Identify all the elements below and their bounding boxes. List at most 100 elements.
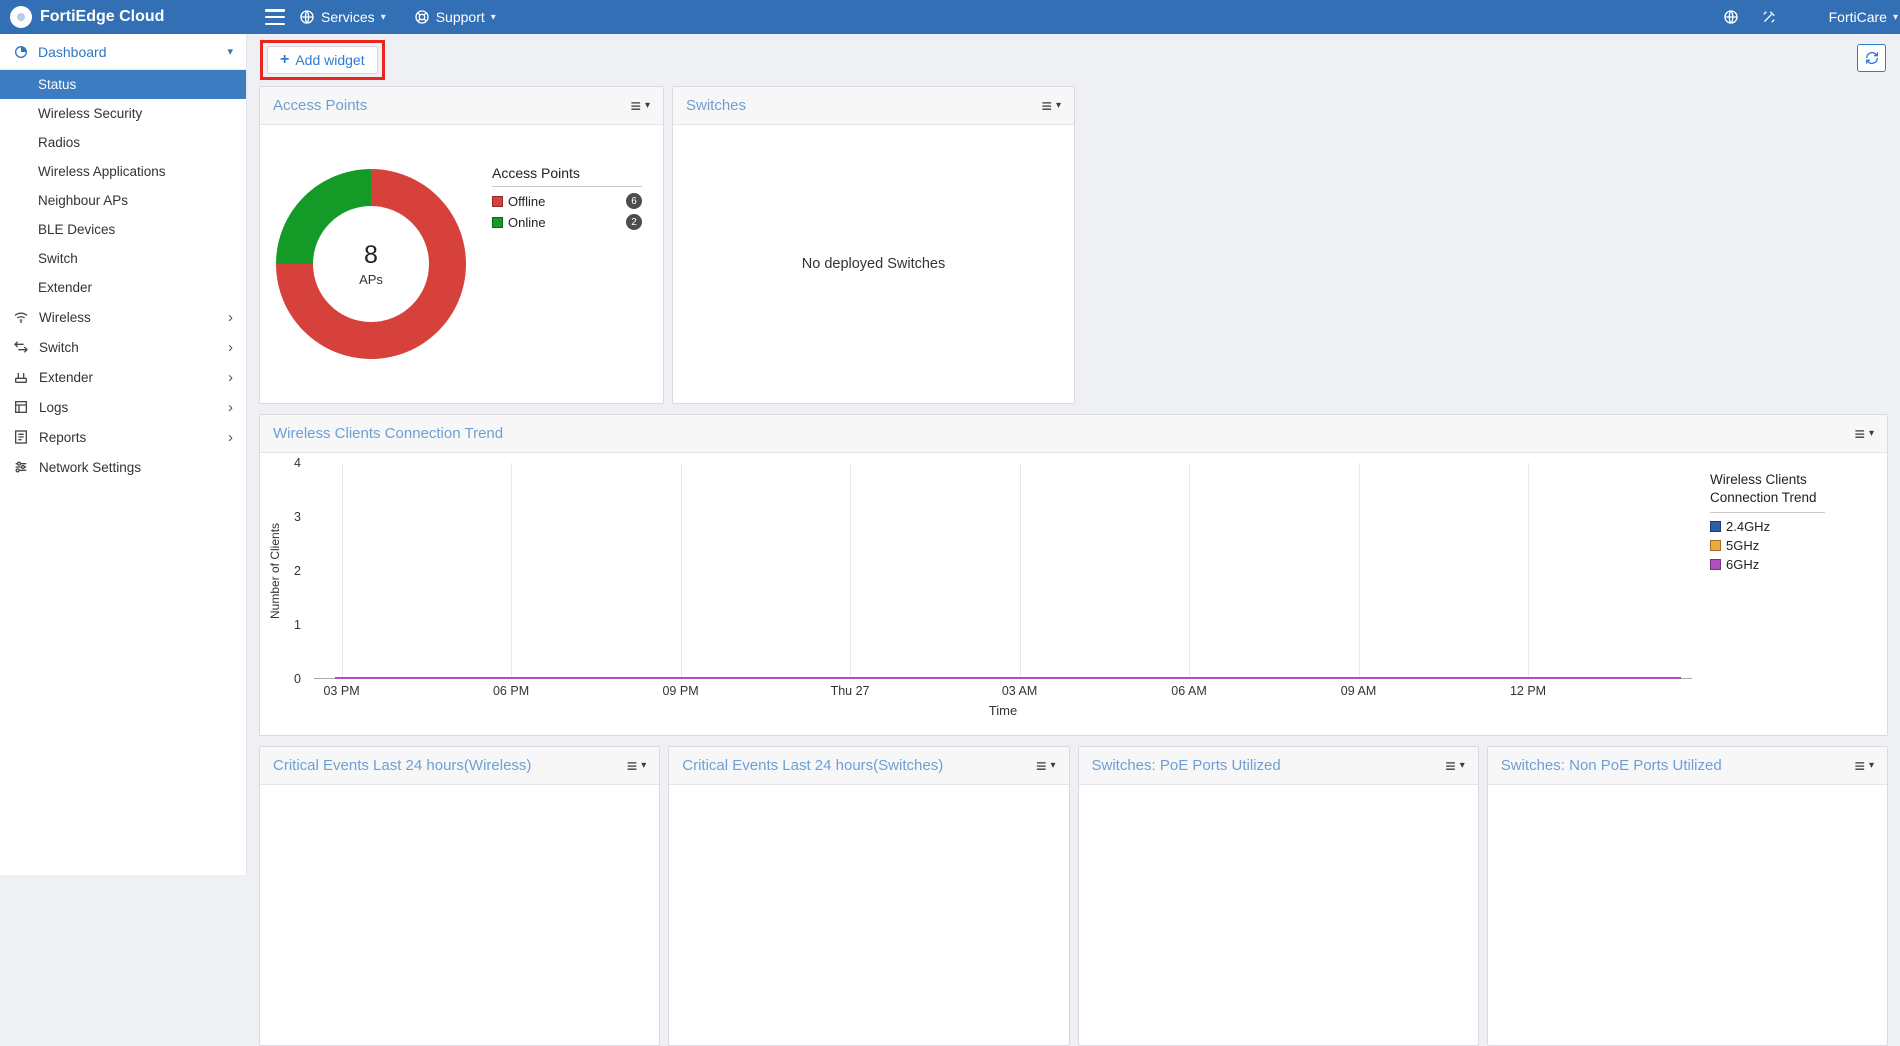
widget-header: Switches: PoE Ports Utilized ≡ ▾ bbox=[1078, 747, 1478, 785]
legend-swatch bbox=[492, 195, 503, 207]
caret-down-icon: ▾ bbox=[1055, 100, 1061, 111]
sidebar-item-label: Wireless Applications bbox=[38, 164, 166, 179]
chevron-right-icon: › bbox=[228, 368, 233, 386]
legend-item-5ghz[interactable]: 5GHz bbox=[1710, 538, 1877, 553]
sidebar-dashboard-label: Dashboard bbox=[38, 43, 107, 60]
widget-menu-button[interactable]: ≡ ▾ bbox=[1854, 757, 1874, 775]
sidebar-item-switch[interactable]: Switch › bbox=[0, 332, 246, 362]
network-settings-icon bbox=[15, 461, 27, 473]
switch-icon bbox=[14, 341, 28, 353]
brand: FortiEdge Cloud bbox=[0, 6, 247, 28]
add-widget-button[interactable]: + Add widget bbox=[267, 46, 378, 74]
widget-wireless-clients-trend: Wireless Clients Connection Trend ≡ ▾ Nu… bbox=[259, 414, 1888, 736]
sidebar-item-dashboard[interactable]: Dashboard ▾ bbox=[0, 34, 246, 70]
sidebar-item-extender[interactable]: Extender › bbox=[0, 362, 246, 392]
widget-title: Wireless Clients Connection Trend bbox=[273, 425, 504, 442]
sidebar-item-label: Neighbour APs bbox=[38, 193, 129, 208]
legend-swatch bbox=[1710, 559, 1721, 571]
plot-canvas[interactable] bbox=[314, 463, 1692, 679]
sidebar-item-label: Switch bbox=[38, 251, 78, 266]
sidebar-item-reports[interactable]: Reports › bbox=[0, 422, 246, 452]
widget-menu-button[interactable]: ≡ ▾ bbox=[1041, 97, 1061, 115]
widget-menu-button[interactable]: ≡ ▾ bbox=[1036, 757, 1056, 775]
widget-menu-button[interactable]: ≡ ▾ bbox=[630, 97, 650, 115]
y-tick: 4 bbox=[294, 456, 301, 470]
widget-header: Critical Events Last 24 hours(Wireless) … bbox=[260, 747, 660, 785]
sidebar-section-label: Network Settings bbox=[39, 459, 142, 475]
chevron-right-icon: › bbox=[228, 308, 233, 326]
navbar-right: FortiCare ▾ bbox=[1723, 0, 1900, 34]
caret-down-icon: ▾ bbox=[1050, 760, 1056, 771]
refresh-icon bbox=[1865, 52, 1878, 64]
sidebar-item-ble-devices[interactable]: BLE Devices bbox=[0, 215, 246, 244]
sidebar-item-neighbour-aps[interactable]: Neighbour APs bbox=[0, 186, 246, 215]
widget-title: Switches: PoE Ports Utilized bbox=[1091, 757, 1281, 774]
legend-title: Access Points bbox=[492, 165, 580, 181]
donut-total-label: APs bbox=[359, 272, 383, 287]
sidebar-item-wireless-security[interactable]: Wireless Security bbox=[0, 99, 246, 128]
sidebar-item-extender-status[interactable]: Extender bbox=[0, 273, 246, 302]
sidebar-item-switch-status[interactable]: Switch bbox=[0, 244, 246, 273]
chevron-right-icon: › bbox=[228, 338, 233, 356]
wifi-icon bbox=[14, 312, 28, 323]
y-axis-label: Number of Clients bbox=[268, 522, 282, 620]
widget-poe-ports-utilized: Switches: PoE Ports Utilized ≡ ▾ bbox=[1077, 746, 1479, 1046]
sidebar-item-wireless-applications[interactable]: Wireless Applications bbox=[0, 157, 246, 186]
widget-row-1: Access Points ≡ ▾ 8 APs Access Points Of… bbox=[259, 86, 1888, 404]
globe-icon[interactable] bbox=[1723, 9, 1739, 25]
sidebar-item-network-settings[interactable]: Network Settings bbox=[0, 452, 246, 482]
nav-forticare[interactable]: FortiCare ▾ bbox=[1827, 0, 1900, 34]
fortinet-logo-icon bbox=[10, 6, 32, 28]
nav-support[interactable]: Support ▾ bbox=[400, 0, 510, 34]
access-points-chart-body: 8 APs Access Points Offline 6 Online 2 bbox=[260, 125, 663, 403]
y-tick: 0 bbox=[294, 672, 301, 686]
donut-total-value: 8 bbox=[364, 241, 378, 269]
support-icon bbox=[415, 10, 429, 24]
y-axis-ticks: 4 3 2 1 0 bbox=[282, 456, 308, 686]
sidebar-item-radios[interactable]: Radios bbox=[0, 128, 246, 157]
sidebar-section-label: Logs bbox=[39, 399, 69, 415]
legend-item-offline[interactable]: Offline 6 bbox=[492, 193, 642, 209]
widget-title: Critical Events Last 24 hours(Wireless) bbox=[273, 757, 532, 774]
legend-label: Offline bbox=[508, 193, 546, 209]
legend-swatch bbox=[1710, 521, 1721, 533]
menu-lines-icon: ≡ bbox=[1035, 755, 1047, 776]
gridline bbox=[1019, 463, 1021, 678]
gridline bbox=[1358, 463, 1360, 678]
sidebar-item-logs[interactable]: Logs › bbox=[0, 392, 246, 422]
main-content: + Add widget Access Points ≡ ▾ 8 APs Acc… bbox=[247, 34, 1900, 1046]
x-tick: 03 PM bbox=[323, 684, 360, 698]
sidebar-item-label: Status bbox=[38, 77, 77, 92]
tools-icon[interactable] bbox=[1761, 9, 1777, 25]
legend-label: 6GHz bbox=[1726, 557, 1760, 573]
gridline bbox=[1528, 463, 1530, 678]
nav-forticare-label: FortiCare bbox=[1828, 9, 1887, 25]
legend-item-6ghz[interactable]: 6GHz bbox=[1710, 557, 1877, 572]
refresh-button[interactable] bbox=[1857, 44, 1886, 72]
legend-separator bbox=[492, 186, 642, 187]
access-points-legend: Access Points Offline 6 Online 2 bbox=[492, 165, 642, 235]
nav-services[interactable]: Services ▾ bbox=[285, 0, 400, 34]
legend-item-24ghz[interactable]: 2.4GHz bbox=[1710, 519, 1877, 534]
sidebar-item-wireless[interactable]: Wireless › bbox=[0, 302, 246, 332]
widget-header: Wireless Clients Connection Trend ≡ ▾ bbox=[260, 415, 1887, 453]
widget-menu-button[interactable]: ≡ ▾ bbox=[1445, 757, 1465, 775]
widget-menu-button[interactable]: ≡ ▾ bbox=[627, 757, 647, 775]
sidebar-item-status[interactable]: Status bbox=[0, 70, 246, 99]
sidebar-item-label: Radios bbox=[38, 135, 81, 150]
menu-lines-icon: ≡ bbox=[1854, 755, 1865, 776]
menu-lines-icon: ≡ bbox=[630, 95, 641, 116]
legend-item-online[interactable]: Online 2 bbox=[492, 214, 642, 230]
caret-down-icon: ▾ bbox=[1868, 760, 1874, 771]
hamburger-menu-icon[interactable] bbox=[265, 9, 285, 25]
sidebar-section-label: Extender bbox=[39, 369, 94, 385]
x-tick: 09 AM bbox=[1340, 684, 1377, 698]
gridline bbox=[680, 463, 682, 678]
caret-down-icon: ▾ bbox=[1459, 760, 1465, 771]
legend-label: 2.4GHz bbox=[1726, 519, 1771, 535]
widget-title: Access Points bbox=[273, 97, 368, 114]
widget-menu-button[interactable]: ≡ ▾ bbox=[1854, 425, 1874, 443]
access-points-donut[interactable]: 8 APs bbox=[276, 169, 466, 359]
sidebar-section-label: Switch bbox=[39, 339, 79, 355]
chevron-right-icon: › bbox=[228, 428, 233, 446]
